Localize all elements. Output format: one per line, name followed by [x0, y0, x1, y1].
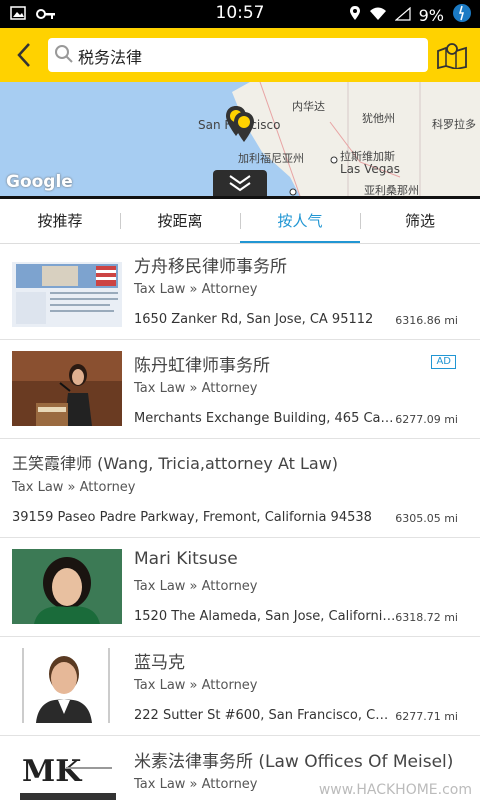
- listing-distance: 6277.71 mi: [395, 710, 458, 723]
- watermark: www.HACKHOME.com: [319, 782, 472, 798]
- map-label-arizona: 亚利桑那州: [364, 184, 419, 196]
- listing-item[interactable]: 蓝马克 Tax Law » Attorney 222 Sutter St #60…: [0, 636, 480, 736]
- map-label-lv-en: Las Vegas: [340, 162, 400, 176]
- search-query: 税务法律: [78, 48, 143, 67]
- listing-item[interactable]: 王笑霞律师 (Wang, Tricia,attorney At Law) Tax…: [0, 438, 480, 538]
- map-label-nevada: 内华达: [292, 100, 325, 113]
- listing-address: Merchants Exchange Building, 465 Califor…: [134, 411, 396, 426]
- tab-popularity[interactable]: 按人气: [240, 199, 360, 243]
- location-icon: [349, 5, 361, 25]
- google-logo: Google: [6, 172, 73, 192]
- ad-badge: AD: [431, 355, 456, 369]
- listing-distance: 6277.09 mi: [395, 413, 458, 426]
- map-collapse-handle[interactable]: [213, 170, 267, 196]
- double-chevron-down-icon: [229, 175, 251, 192]
- listing-thumbnail-website: [12, 252, 122, 327]
- listing-item[interactable]: Mari Kitsuse Tax Law » Attorney 1520 The…: [0, 537, 480, 637]
- tab-popularity-label: 按人气: [277, 212, 323, 230]
- listing-address: 39159 Paseo Padre Parkway, Fremont, Cali…: [12, 510, 372, 525]
- listing-thumbnail-portrait: [12, 549, 122, 624]
- map-label-utah: 犹他州: [362, 112, 395, 125]
- wifi-icon: [369, 6, 387, 25]
- map-view-button[interactable]: [432, 36, 472, 74]
- listing-category: Tax Law » Attorney: [134, 282, 258, 297]
- listing-title: 蓝马克: [134, 653, 185, 673]
- listing-thumbnail-portrait: [12, 648, 122, 723]
- listing-thumbnail-photo: [12, 351, 122, 426]
- listing-distance: 6318.72 mi: [395, 611, 458, 624]
- search-input[interactable]: 税务法律: [48, 38, 428, 72]
- listing-item[interactable]: 方舟移民律师事务所 Tax Law » Attorney 1650 Zanker…: [0, 240, 480, 340]
- tab-distance[interactable]: 按距离: [120, 199, 240, 243]
- top-bar: 税务法律: [0, 28, 480, 82]
- map-pin-icon: [437, 43, 467, 69]
- back-button[interactable]: [6, 36, 42, 74]
- listing-address: 222 Sutter St #600, San Francisco, CA 94…: [134, 708, 396, 723]
- sort-tabs: 按推荐 按距离 按人气 筛选: [0, 196, 480, 244]
- watermark-text: www.HACKHOME.com: [318, 782, 472, 798]
- listing-category: Tax Law » Attorney: [134, 381, 258, 396]
- battery-icon: [452, 3, 472, 27]
- search-icon: [54, 44, 74, 68]
- map-marker-icon[interactable]: [222, 104, 258, 146]
- listing-thumbnail-logo: MK: [12, 747, 122, 800]
- listing-category: Tax Law » Attorney: [134, 777, 258, 792]
- listing-title: 陈丹虹律师事务所: [134, 356, 270, 376]
- battery-text: 9%: [418, 5, 444, 25]
- listing-address: 1520 The Alameda, San Jose, California 9…: [134, 609, 396, 624]
- listing-title: 米素法律事务所 (Law Offices Of Meisel): [134, 752, 454, 772]
- tab-recommended[interactable]: 按推荐: [0, 199, 120, 243]
- map-label-colorado: 科罗拉多: [432, 118, 476, 131]
- signal-icon: [393, 6, 411, 25]
- listing-category: Tax Law » Attorney: [134, 678, 258, 693]
- listing-title: Mari Kitsuse: [134, 549, 238, 569]
- svg-text:MK: MK: [22, 754, 82, 789]
- listing-category: Tax Law » Attorney: [134, 579, 258, 594]
- listing-title: 王笑霞律师 (Wang, Tricia,attorney At Law): [12, 454, 339, 473]
- status-bar: 10:57 9%: [0, 0, 480, 28]
- listing-title: 方舟移民律师事务所: [134, 257, 287, 277]
- listing-distance: 6316.86 mi: [395, 314, 458, 327]
- listing-item[interactable]: 陈丹虹律师事务所 AD Tax Law » Attorney Merchants…: [0, 339, 480, 439]
- tab-filter[interactable]: 筛选: [360, 199, 480, 243]
- listing-category: Tax Law » Attorney: [12, 480, 136, 495]
- map-label-california: 加利福尼亚州: [238, 152, 304, 165]
- listing-distance: 6305.05 mi: [395, 512, 458, 525]
- listing-list[interactable]: 方舟移民律师事务所 Tax Law » Attorney 1650 Zanker…: [0, 240, 480, 800]
- chevron-left-icon: [17, 43, 30, 67]
- listing-address: 1650 Zanker Rd, San Jose, CA 95112: [134, 312, 374, 327]
